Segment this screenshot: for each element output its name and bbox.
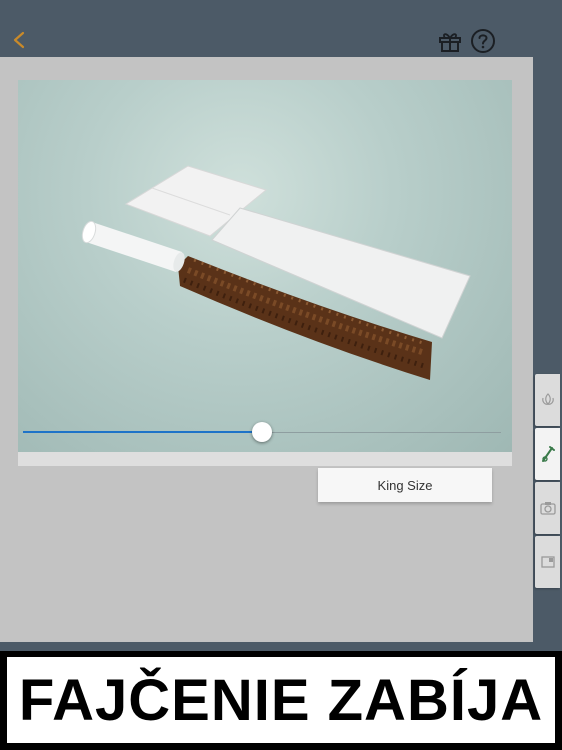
back-icon[interactable]	[8, 28, 30, 52]
cigarette-illustration	[81, 165, 471, 380]
side-tab-bar	[533, 372, 562, 622]
health-warning-banner: FAJČENIE ZABÍJA	[0, 651, 562, 750]
length-slider[interactable]	[23, 418, 501, 448]
camera-icon	[539, 502, 556, 515]
cigarette-3d-viewer[interactable]	[18, 80, 512, 452]
tab-leaf[interactable]	[535, 374, 560, 426]
viewer-bottom-bar	[18, 452, 512, 466]
gift-icon[interactable]	[438, 30, 462, 52]
card-icon	[540, 556, 555, 568]
cigarette-filter	[81, 220, 185, 272]
slider-thumb[interactable]	[252, 422, 272, 442]
tab-card[interactable]	[535, 536, 560, 588]
health-warning-text: FAJČENIE ZABÍJA	[18, 667, 544, 733]
question-circle-icon[interactable]	[470, 28, 496, 54]
tab-rolling-tool[interactable]	[535, 428, 560, 480]
size-label-box: King Size	[318, 468, 492, 502]
health-warning-box: FAJČENIE ZABÍJA	[7, 657, 555, 743]
slider-fill	[23, 431, 262, 433]
rolling-tool-icon	[541, 446, 555, 462]
size-label: King Size	[377, 477, 433, 493]
top-bar	[0, 0, 562, 60]
tab-camera[interactable]	[535, 482, 560, 534]
leaf-icon	[541, 393, 554, 405]
